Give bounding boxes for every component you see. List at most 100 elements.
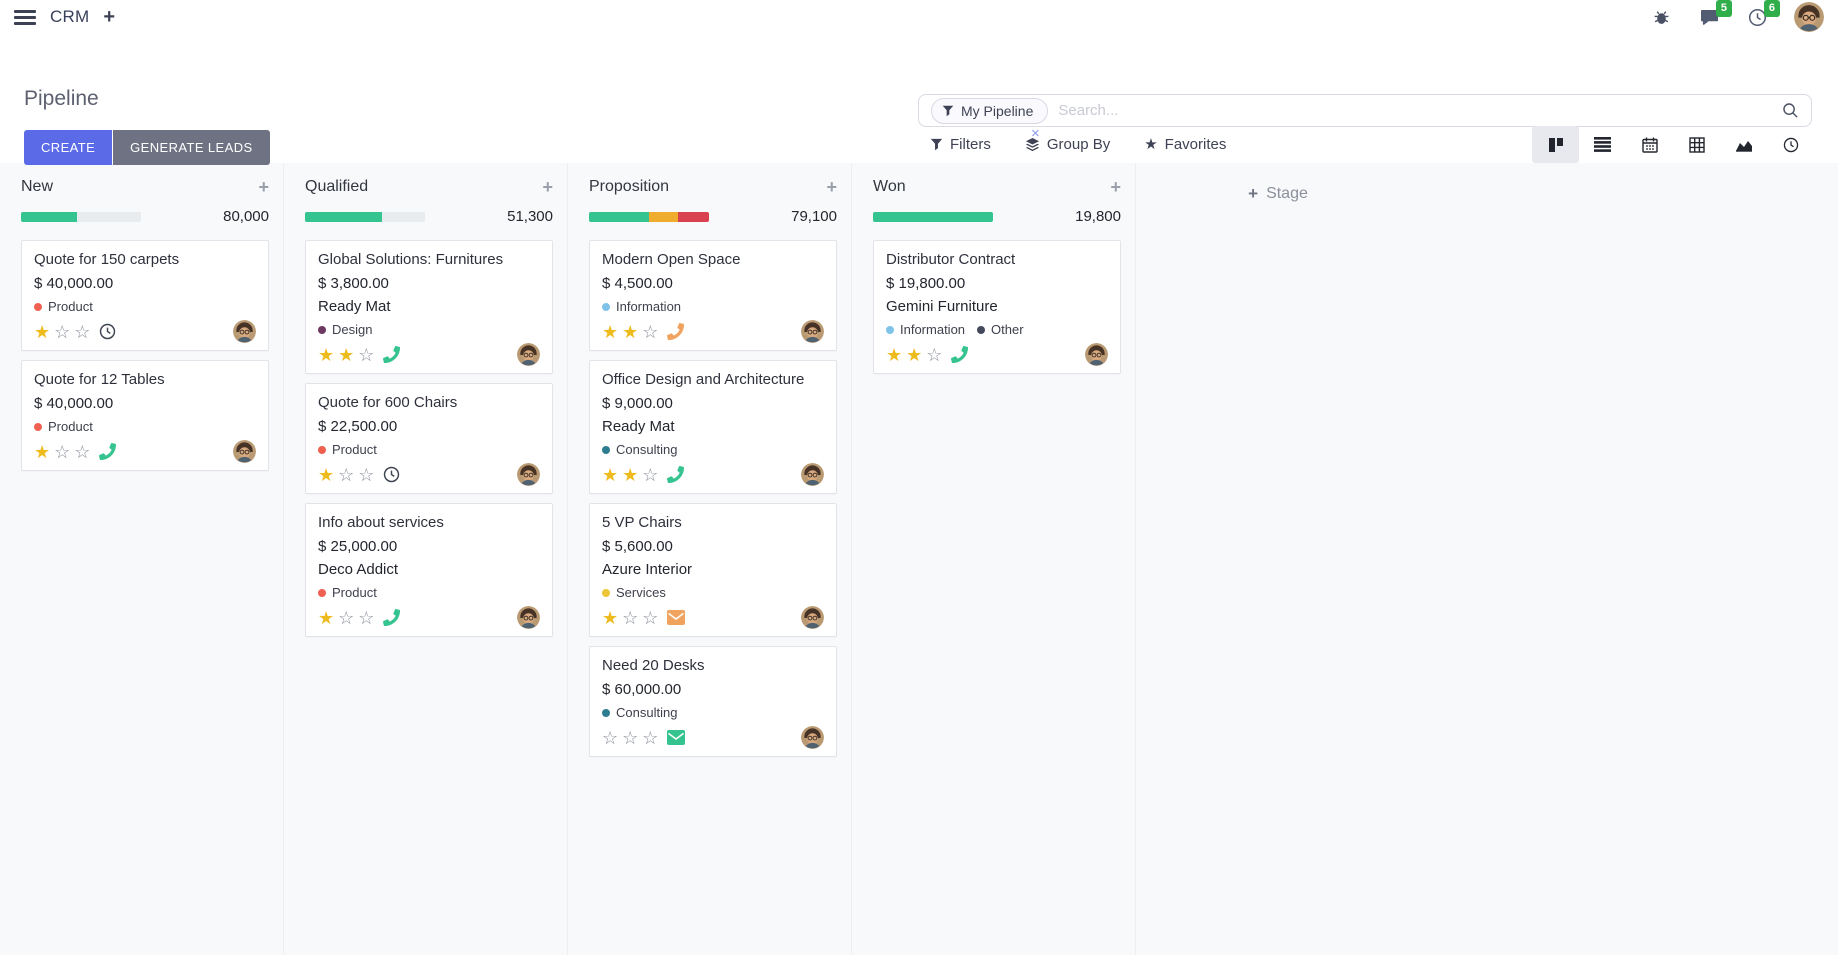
star-icon[interactable]: ☆ bbox=[642, 729, 658, 747]
view-pivot-icon[interactable] bbox=[1673, 126, 1720, 163]
kanban-card[interactable]: Quote for 150 carpets$ 40,000.00Product★… bbox=[21, 240, 269, 351]
column-quick-add-icon[interactable]: + bbox=[542, 178, 553, 196]
progress-segment-orange[interactable] bbox=[649, 212, 678, 222]
view-kanban-icon[interactable] bbox=[1532, 126, 1579, 163]
kanban-card[interactable]: Global Solutions: Furnitures$ 3,800.00Re… bbox=[305, 240, 553, 374]
column-quick-add-icon[interactable]: + bbox=[826, 178, 837, 196]
star-icon[interactable]: ☆ bbox=[642, 609, 658, 627]
priority-stars[interactable]: ★★☆ bbox=[602, 466, 658, 484]
column-quick-add-icon[interactable]: + bbox=[258, 178, 269, 196]
priority-stars[interactable]: ★☆☆ bbox=[602, 609, 658, 627]
kanban-card[interactable]: Quote for 600 Chairs$ 22,500.00Product★☆… bbox=[305, 383, 553, 494]
star-icon[interactable]: ☆ bbox=[642, 466, 658, 484]
column-progressbar[interactable] bbox=[305, 212, 425, 222]
salesperson-avatar[interactable] bbox=[801, 320, 824, 343]
star-icon[interactable]: ★ bbox=[338, 346, 354, 364]
star-icon[interactable]: ★ bbox=[318, 609, 334, 627]
star-icon[interactable]: ★ bbox=[34, 443, 50, 461]
star-icon[interactable]: ★ bbox=[622, 323, 638, 341]
star-icon[interactable]: ☆ bbox=[54, 443, 70, 461]
apps-menu-icon[interactable] bbox=[14, 10, 36, 25]
star-icon[interactable]: ★ bbox=[318, 466, 334, 484]
column-progressbar[interactable] bbox=[21, 212, 141, 222]
star-icon[interactable]: ☆ bbox=[622, 609, 638, 627]
star-icon[interactable]: ★ bbox=[602, 466, 618, 484]
create-button[interactable]: CREATE bbox=[24, 130, 112, 165]
star-icon[interactable]: ☆ bbox=[54, 323, 70, 341]
generate-leads-button[interactable]: GENERATE LEADS bbox=[113, 130, 269, 165]
activity-phone-icon[interactable] bbox=[383, 609, 400, 626]
activity-phone-icon[interactable] bbox=[383, 346, 400, 363]
plus-tab-icon[interactable]: + bbox=[103, 7, 115, 27]
star-icon[interactable]: ★ bbox=[602, 609, 618, 627]
activity-phone-icon[interactable] bbox=[667, 323, 684, 340]
salesperson-avatar[interactable] bbox=[801, 463, 824, 486]
salesperson-avatar[interactable] bbox=[801, 726, 824, 749]
priority-stars[interactable]: ★☆☆ bbox=[34, 443, 90, 461]
kanban-card[interactable]: Office Design and Architecture$ 9,000.00… bbox=[589, 360, 837, 494]
salesperson-avatar[interactable] bbox=[233, 320, 256, 343]
salesperson-avatar[interactable] bbox=[517, 463, 540, 486]
user-avatar[interactable] bbox=[1794, 2, 1824, 32]
search-bar[interactable]: My Pipeline × bbox=[918, 94, 1812, 127]
activity-phone-icon[interactable] bbox=[951, 346, 968, 363]
salesperson-avatar[interactable] bbox=[1085, 343, 1108, 366]
star-icon[interactable]: ☆ bbox=[642, 323, 658, 341]
progress-segment-green[interactable] bbox=[305, 212, 382, 222]
add-stage-button[interactable]: + Stage bbox=[1248, 184, 1308, 204]
star-icon[interactable]: ☆ bbox=[602, 729, 618, 747]
activities-clock-icon[interactable]: 6 bbox=[1746, 6, 1768, 28]
star-icon[interactable]: ★ bbox=[34, 323, 50, 341]
progress-segment-green[interactable] bbox=[589, 212, 649, 222]
kanban-card[interactable]: Quote for 12 Tables$ 40,000.00Product★☆☆ bbox=[21, 360, 269, 471]
column-quick-add-icon[interactable]: + bbox=[1110, 178, 1121, 196]
activity-clock-icon[interactable] bbox=[99, 323, 116, 340]
column-progressbar[interactable] bbox=[873, 212, 993, 222]
filters-button[interactable]: Filters bbox=[930, 136, 991, 153]
priority-stars[interactable]: ★★☆ bbox=[318, 346, 374, 364]
priority-stars[interactable]: ★★☆ bbox=[602, 323, 658, 341]
activity-envelope-icon[interactable] bbox=[667, 730, 685, 745]
star-icon[interactable]: ☆ bbox=[622, 729, 638, 747]
star-icon[interactable]: ☆ bbox=[74, 323, 90, 341]
progress-segment-green[interactable] bbox=[21, 212, 77, 222]
salesperson-avatar[interactable] bbox=[233, 440, 256, 463]
priority-stars[interactable]: ★☆☆ bbox=[34, 323, 90, 341]
group-by-button[interactable]: Group By bbox=[1025, 136, 1110, 153]
priority-stars[interactable]: ★☆☆ bbox=[318, 609, 374, 627]
view-list-icon[interactable] bbox=[1579, 126, 1626, 163]
priority-stars[interactable]: ★★☆ bbox=[886, 346, 942, 364]
star-icon[interactable]: ☆ bbox=[74, 443, 90, 461]
app-title[interactable]: CRM bbox=[50, 7, 89, 27]
view-calendar-icon[interactable] bbox=[1626, 126, 1673, 163]
salesperson-avatar[interactable] bbox=[517, 606, 540, 629]
kanban-card[interactable]: Info about services$ 25,000.00Deco Addic… bbox=[305, 503, 553, 637]
view-graph-icon[interactable] bbox=[1720, 126, 1767, 163]
messages-icon[interactable]: 5 bbox=[1698, 6, 1720, 28]
search-facet-my-pipeline[interactable]: My Pipeline bbox=[931, 98, 1048, 124]
salesperson-avatar[interactable] bbox=[801, 606, 824, 629]
favorites-button[interactable]: ★ Favorites bbox=[1144, 135, 1226, 153]
kanban-card[interactable]: Modern Open Space$ 4,500.00Information★★… bbox=[589, 240, 837, 351]
search-icon[interactable] bbox=[1782, 102, 1799, 119]
activity-clock-icon[interactable] bbox=[383, 466, 400, 483]
activity-phone-icon[interactable] bbox=[99, 443, 116, 460]
progress-segment-green[interactable] bbox=[873, 212, 993, 222]
search-input[interactable] bbox=[1058, 102, 1782, 119]
priority-stars[interactable]: ★☆☆ bbox=[318, 466, 374, 484]
salesperson-avatar[interactable] bbox=[517, 343, 540, 366]
kanban-card[interactable]: Need 20 Desks$ 60,000.00Consulting☆☆☆ bbox=[589, 646, 837, 757]
activity-envelope-icon[interactable] bbox=[667, 610, 685, 625]
bug-icon[interactable] bbox=[1650, 6, 1672, 28]
priority-stars[interactable]: ☆☆☆ bbox=[602, 729, 658, 747]
star-icon[interactable]: ☆ bbox=[358, 609, 374, 627]
star-icon[interactable]: ☆ bbox=[926, 346, 942, 364]
star-icon[interactable]: ★ bbox=[318, 346, 334, 364]
view-activity-icon[interactable] bbox=[1767, 126, 1814, 163]
star-icon[interactable]: ☆ bbox=[358, 346, 374, 364]
activity-phone-icon[interactable] bbox=[667, 466, 684, 483]
star-icon[interactable]: ★ bbox=[622, 466, 638, 484]
column-progressbar[interactable] bbox=[589, 212, 709, 222]
kanban-card[interactable]: 5 VP Chairs$ 5,600.00Azure InteriorServi… bbox=[589, 503, 837, 637]
star-icon[interactable]: ★ bbox=[602, 323, 618, 341]
